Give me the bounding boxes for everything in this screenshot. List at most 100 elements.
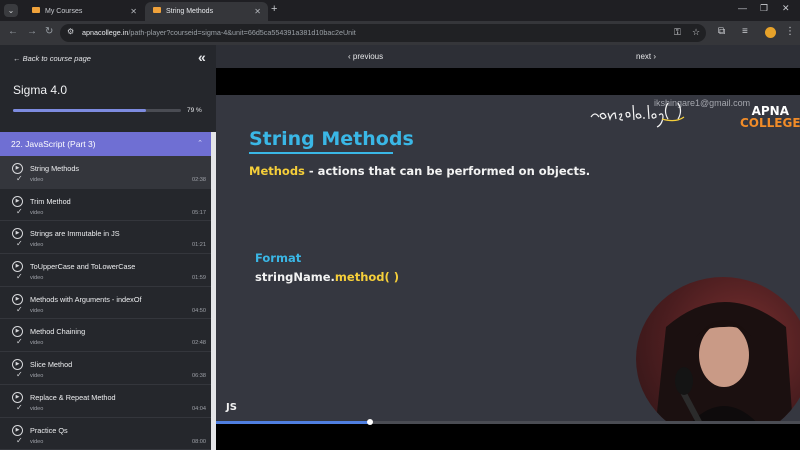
media-controls-icon[interactable]: ≡ [742,26,748,37]
close-tab-icon[interactable]: ✕ [254,2,261,21]
lesson-title: Method Chaining [30,327,86,337]
tab-title: String Methods [166,8,214,15]
video-seek-handle[interactable] [367,419,373,425]
browser-menu-icon[interactable]: ⋮ [785,26,795,37]
checkmark-icon: ✓ [16,206,23,216]
lesson-duration: 01:21 [192,242,206,249]
instructor-video-overlay [636,277,800,421]
forward-arrow-icon[interactable]: → [27,26,37,37]
checkmark-icon: ✓ [16,435,23,445]
site-info-icon[interactable]: ⚙ [67,27,74,36]
lesson-duration: 04:50 [192,307,206,314]
play-circle-icon: ▶ [12,424,23,436]
lesson-duration: 02:48 [192,340,206,347]
lesson-item[interactable]: ▶ ✓ Trim Method video 05:17 [0,188,211,222]
back-to-course-link[interactable]: ← Back to course page [13,54,91,63]
lesson-duration: 01:59 [192,275,206,282]
lesson-title: Trim Method [30,196,71,206]
apna-college-logo: APNA COLLEGE [740,104,800,130]
checkmark-icon: ✓ [16,402,23,412]
lesson-title: Practice Qs [30,425,68,435]
lesson-type: video [30,307,44,314]
favicon-icon [32,7,40,14]
bookmark-star-icon[interactable]: ☆ [692,27,700,38]
lesson-item[interactable]: ▶ ✓ Replace & Repeat Method video 04:04 [0,384,211,418]
lesson-duration: 04:04 [192,405,206,412]
play-circle-icon: ▶ [12,261,23,273]
lesson-item[interactable]: ▶ ✓ Strings are Immutable in JS video 01:21 [0,221,211,255]
handwritten-annotation [590,102,685,128]
slide-title: String Methods [249,128,414,150]
minimize-icon[interactable]: — [738,3,747,13]
lesson-item[interactable]: ▶ ✓ Practice Qs video 08:00 [0,417,211,450]
checkmark-icon: ✓ [16,272,23,282]
back-arrow-icon[interactable]: ← [8,26,18,37]
lesson-item[interactable]: ▶ ✓ String Methods video 02:38 [0,156,211,189]
previous-button[interactable]: ‹ previous [348,45,383,68]
lesson-item[interactable]: ▶ ✓ Method Chaining video 02:48 [0,319,211,353]
lesson-title: Strings are Immutable in JS [30,229,120,239]
address-bar[interactable]: ⚙ apnacollege.in/path-player?courseid=si… [60,24,706,42]
lesson-type: video [30,177,44,183]
play-circle-icon: ▶ [12,163,23,174]
course-progress-fill [13,109,146,112]
play-circle-icon: ▶ [12,359,23,371]
profile-avatar[interactable] [765,27,776,38]
collapse-sidebar-icon[interactable]: « [198,49,206,65]
lesson-duration: 02:38 [192,177,206,183]
video-seek-progress [216,421,370,424]
section-title: 22. JavaScript (Part 3) [11,139,96,149]
slide-subtitle: Methods - actions that can be performed … [249,164,591,178]
lesson-item[interactable]: ▶ ✓ Slice Method video 06:38 [0,352,211,385]
lesson-type: video [30,275,44,282]
lesson-duration: 06:38 [192,373,206,380]
play-circle-icon: ▶ [12,293,23,305]
tab-string-methods[interactable]: String Methods ✕ [145,2,268,21]
address-url: apnacollege.in/path-player?courseid=sigm… [82,28,356,37]
course-title: Sigma 4.0 [13,83,68,97]
tab-search-icon[interactable]: ⌄ [4,4,18,17]
lesson-duration: 08:00 [192,438,206,445]
format-code: stringName.method( ) [255,270,400,284]
lesson-title: Methods with Arguments - indexOf [30,294,142,304]
js-tag: JS [226,402,237,413]
favicon-icon [153,7,161,14]
new-tab-icon[interactable]: + [271,3,277,15]
checkmark-icon: ✓ [16,370,23,380]
play-circle-icon: ▶ [12,228,23,240]
close-tab-icon[interactable]: ✕ [130,2,137,21]
lesson-title: Replace & Repeat Method [30,392,116,402]
tab-my-courses[interactable]: My Courses ✕ [24,2,144,21]
lesson-duration: 05:17 [192,209,206,216]
lesson-type: video [30,373,44,380]
lecture-slide[interactable]: String Methods Methods - actions that ca… [216,95,800,421]
course-progress-bar [13,109,181,112]
play-circle-icon: ▶ [12,391,23,403]
lesson-type: video [30,438,44,445]
play-circle-icon: ▶ [12,326,23,338]
lesson-title: String Methods [30,164,80,173]
play-circle-icon: ▶ [12,195,23,207]
title-underline [249,152,393,154]
video-seek-bar[interactable] [216,421,800,424]
lesson-type: video [30,209,44,216]
instructor-figure [656,302,793,421]
checkmark-icon: ✓ [16,337,23,347]
player-nav-bar: ‹ previous next › [216,45,800,68]
password-key-icon[interactable]: ⚿ [674,27,681,38]
section-header[interactable]: 22. JavaScript (Part 3) ⌃ [0,132,211,156]
checkmark-icon: ✓ [16,304,23,314]
lesson-item[interactable]: ▶ ✓ Methods with Arguments - indexOf video 0… [0,286,211,320]
window-close-icon[interactable]: ✕ [782,3,790,14]
restore-icon[interactable]: ❐ [760,3,768,14]
checkmark-icon: ✓ [16,239,23,249]
tab-strip: ⌄ My Courses ✕ String Methods ✕ + — ❐ ✕ [0,0,800,21]
lesson-item[interactable]: ▶ ✓ ToUpperCase and ToLowerCase video 01:59 [0,254,211,287]
next-button[interactable]: next › [636,45,656,68]
lesson-list: ▶ ✓ String Methods video 02:38 ▶ ✓ Trim Method v… [0,156,211,450]
lesson-title: Slice Method [30,360,73,370]
reload-icon[interactable]: ↻ [45,26,53,37]
course-sidebar: ← Back to course page « Sigma 4.0 79 % 2… [0,45,216,450]
extensions-icon[interactable]: ⧉ [718,26,725,37]
tab-title: My Courses [45,8,83,15]
